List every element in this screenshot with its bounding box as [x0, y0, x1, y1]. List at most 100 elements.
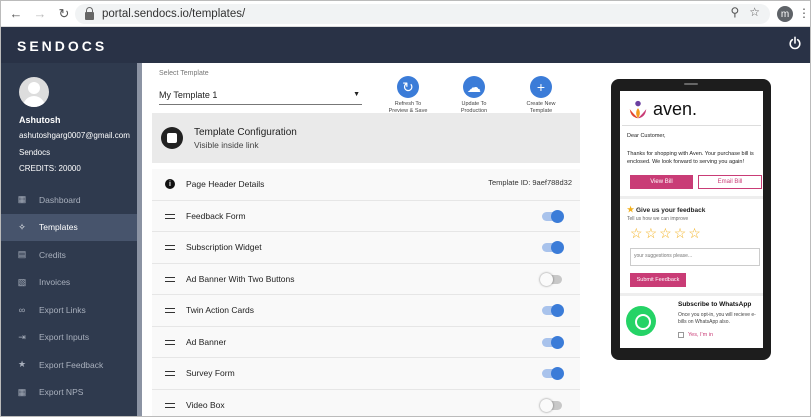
update-production-button[interactable]: ☁ Update To Production [444, 76, 504, 115]
power-icon[interactable] [788, 36, 802, 50]
sidebar-item-invoices[interactable]: ▧ Invoices [1, 269, 137, 297]
submit-feedback-button[interactable]: Submit Feedback [630, 273, 686, 287]
drag-handle-icon[interactable] [165, 371, 175, 376]
bookmark-star-icon[interactable]: ☆ [749, 5, 760, 19]
section-row-feedback-form[interactable]: Feedback Form [152, 200, 580, 232]
chart-icon: ▦ [17, 386, 27, 397]
toggle-knob [551, 241, 564, 254]
browser-menu-icon[interactable]: ⋮ [798, 6, 810, 20]
section-row-survey-form[interactable]: Survey Form [152, 358, 580, 390]
sidebar-item-dashboard[interactable]: ▦ Dashboard [1, 186, 137, 214]
row-label: Twin Action Cards [186, 305, 255, 315]
profile-avatar[interactable]: m [777, 6, 793, 22]
drag-handle-icon[interactable] [165, 402, 175, 408]
whatsapp-title: Subscribe to WhatsApp [678, 301, 752, 308]
star-outline-icon[interactable]: ☆ [674, 225, 687, 242]
caret-down-icon: ▼ [353, 91, 360, 98]
sidebar-item-label: Credits [39, 249, 66, 260]
section-list: i Page Header Details Template ID: 9aef7… [152, 169, 580, 416]
row-label: Feedback Form [186, 210, 246, 221]
sidebar-item-credits[interactable]: ▤ Credits [1, 241, 137, 269]
feedback-title: ★ Give us your feedback [627, 205, 705, 214]
greeting-body: Thanks for shopping with Aven. Your purc… [627, 151, 754, 165]
sidebar-item-export-links[interactable]: ∞ Export Links [1, 296, 137, 324]
section-toggle[interactable] [542, 335, 564, 349]
star-outline-icon[interactable]: ☆ [630, 225, 643, 242]
section-toggle[interactable] [542, 241, 564, 254]
section-toggle[interactable] [540, 398, 562, 412]
back-arrow-icon[interactable]: ← [7, 5, 25, 23]
sidebar-item-label: Export NPS [39, 387, 84, 398]
section-row-subscription-widget[interactable]: Subscription Widget [152, 232, 580, 264]
action-line: Refresh To [394, 101, 422, 107]
sidebar-item-export-inputs[interactable]: ⇥ Export Inputs [1, 324, 137, 352]
export-icon: ⇥ [18, 331, 26, 342]
drag-handle-icon[interactable] [165, 213, 175, 219]
forward-arrow-icon[interactable]: → [31, 5, 49, 23]
template-select[interactable]: My Template 1 ▼ [159, 87, 362, 105]
phone-screen: aven. Dear Customer, Thanks for shopping… [620, 91, 763, 348]
zoom-icon[interactable]: ⚲ [730, 5, 739, 19]
whatsapp-optin-label: Yes, I'm in [688, 332, 713, 338]
section-row-twin-action-cards[interactable]: Twin Action Cards [152, 295, 580, 327]
star-outline-icon[interactable]: ☆ [688, 225, 701, 242]
puzzle-icon: ✧ [18, 221, 26, 232]
sidebar-item-export-nps[interactable]: ▦ Export NPS [1, 379, 137, 407]
info-icon: i [165, 179, 175, 189]
section-row-video-box[interactable]: Video Box [152, 389, 580, 416]
lock-icon [85, 7, 94, 20]
star-icon: ★ [627, 205, 635, 214]
phone-preview: aven. Dear Customer, Thanks for shopping… [611, 79, 771, 360]
window: ← → ↻ portal.sendocs.io/templates/ ⚲ ☆ m… [0, 0, 811, 417]
app-header: SENDOCS [1, 27, 810, 63]
toggle-knob [540, 272, 553, 286]
user-org: Sendocs [19, 148, 51, 157]
sidebar: Ashutosh ashutoshgarg0007@gmail.com Send… [1, 63, 141, 416]
refresh-icon: ↻ [397, 76, 419, 98]
create-template-button[interactable]: + Create New Template [511, 76, 571, 115]
whatsapp-optin-checkbox[interactable]: Yes, I'm in [678, 332, 713, 338]
section-toggle[interactable] [540, 272, 562, 286]
sidebar-item-label: Export Links [39, 304, 86, 315]
email-bill-button[interactable]: Email Bill [698, 175, 762, 189]
address-bar[interactable]: portal.sendocs.io/templates/ ⚲ ☆ [75, 4, 770, 24]
whatsapp-body: Once you opt-in, you will recieve e-bill… [678, 312, 756, 325]
main-content: Select Template My Template 1 ▼ ↻ Refres… [142, 63, 810, 416]
template-configuration-header: Template Configuration Visible inside li… [152, 113, 580, 163]
drag-handle-icon[interactable] [165, 339, 175, 345]
template-panel: Select Template My Template 1 ▼ ↻ Refres… [152, 65, 580, 416]
section-toggle[interactable] [542, 304, 564, 317]
wallet-icon: ▤ [17, 249, 27, 260]
reload-icon[interactable]: ↻ [55, 5, 73, 23]
link-icon: ∞ [18, 304, 26, 315]
user-name: Ashutosh [19, 115, 61, 125]
section-toggle[interactable] [542, 209, 564, 223]
star-outline-icon[interactable]: ☆ [645, 225, 658, 242]
drag-handle-icon[interactable] [165, 308, 175, 313]
star-rating[interactable]: ☆ ☆ ☆ ☆ ☆ [630, 225, 701, 242]
brand-name: aven. [653, 99, 698, 119]
view-bill-button[interactable]: View Bill [630, 175, 693, 189]
suggestion-input[interactable]: your suggestions please... [630, 248, 760, 266]
toggle-knob [551, 209, 564, 223]
sidebar-item-templates[interactable]: ✧ Templates [1, 213, 137, 241]
config-title: Template Configuration [194, 127, 297, 138]
sidebar-item-export-feedback[interactable]: ★ Export Feedback [1, 351, 137, 379]
page-header-row[interactable]: i Page Header Details Template ID: 9aef7… [152, 169, 580, 201]
refresh-preview-button[interactable]: ↻ Refresh To Preview & Save [378, 76, 438, 115]
star-icon: ★ [17, 359, 27, 370]
drag-handle-icon[interactable] [165, 276, 175, 282]
user-email: ashutoshgarg0007@gmail.com [19, 131, 130, 140]
row-label: Ad Banner With Two Buttons [186, 273, 295, 284]
section-row-ad-banner[interactable]: Ad Banner [152, 326, 580, 358]
drag-handle-icon[interactable] [165, 245, 175, 250]
url-text[interactable]: portal.sendocs.io/templates/ [102, 8, 245, 20]
template-id: Template ID: 9aef788d32 [488, 178, 572, 187]
checkbox-icon [678, 332, 684, 338]
star-outline-icon[interactable]: ☆ [659, 225, 672, 242]
section-row-ad-banner-two-buttons[interactable]: Ad Banner With Two Buttons [152, 263, 580, 295]
chart-icon: ▦ [17, 194, 27, 205]
row-label: Survey Form [186, 368, 235, 378]
section-toggle[interactable] [542, 367, 564, 380]
user-credits: CREDITS: 20000 [19, 164, 81, 173]
